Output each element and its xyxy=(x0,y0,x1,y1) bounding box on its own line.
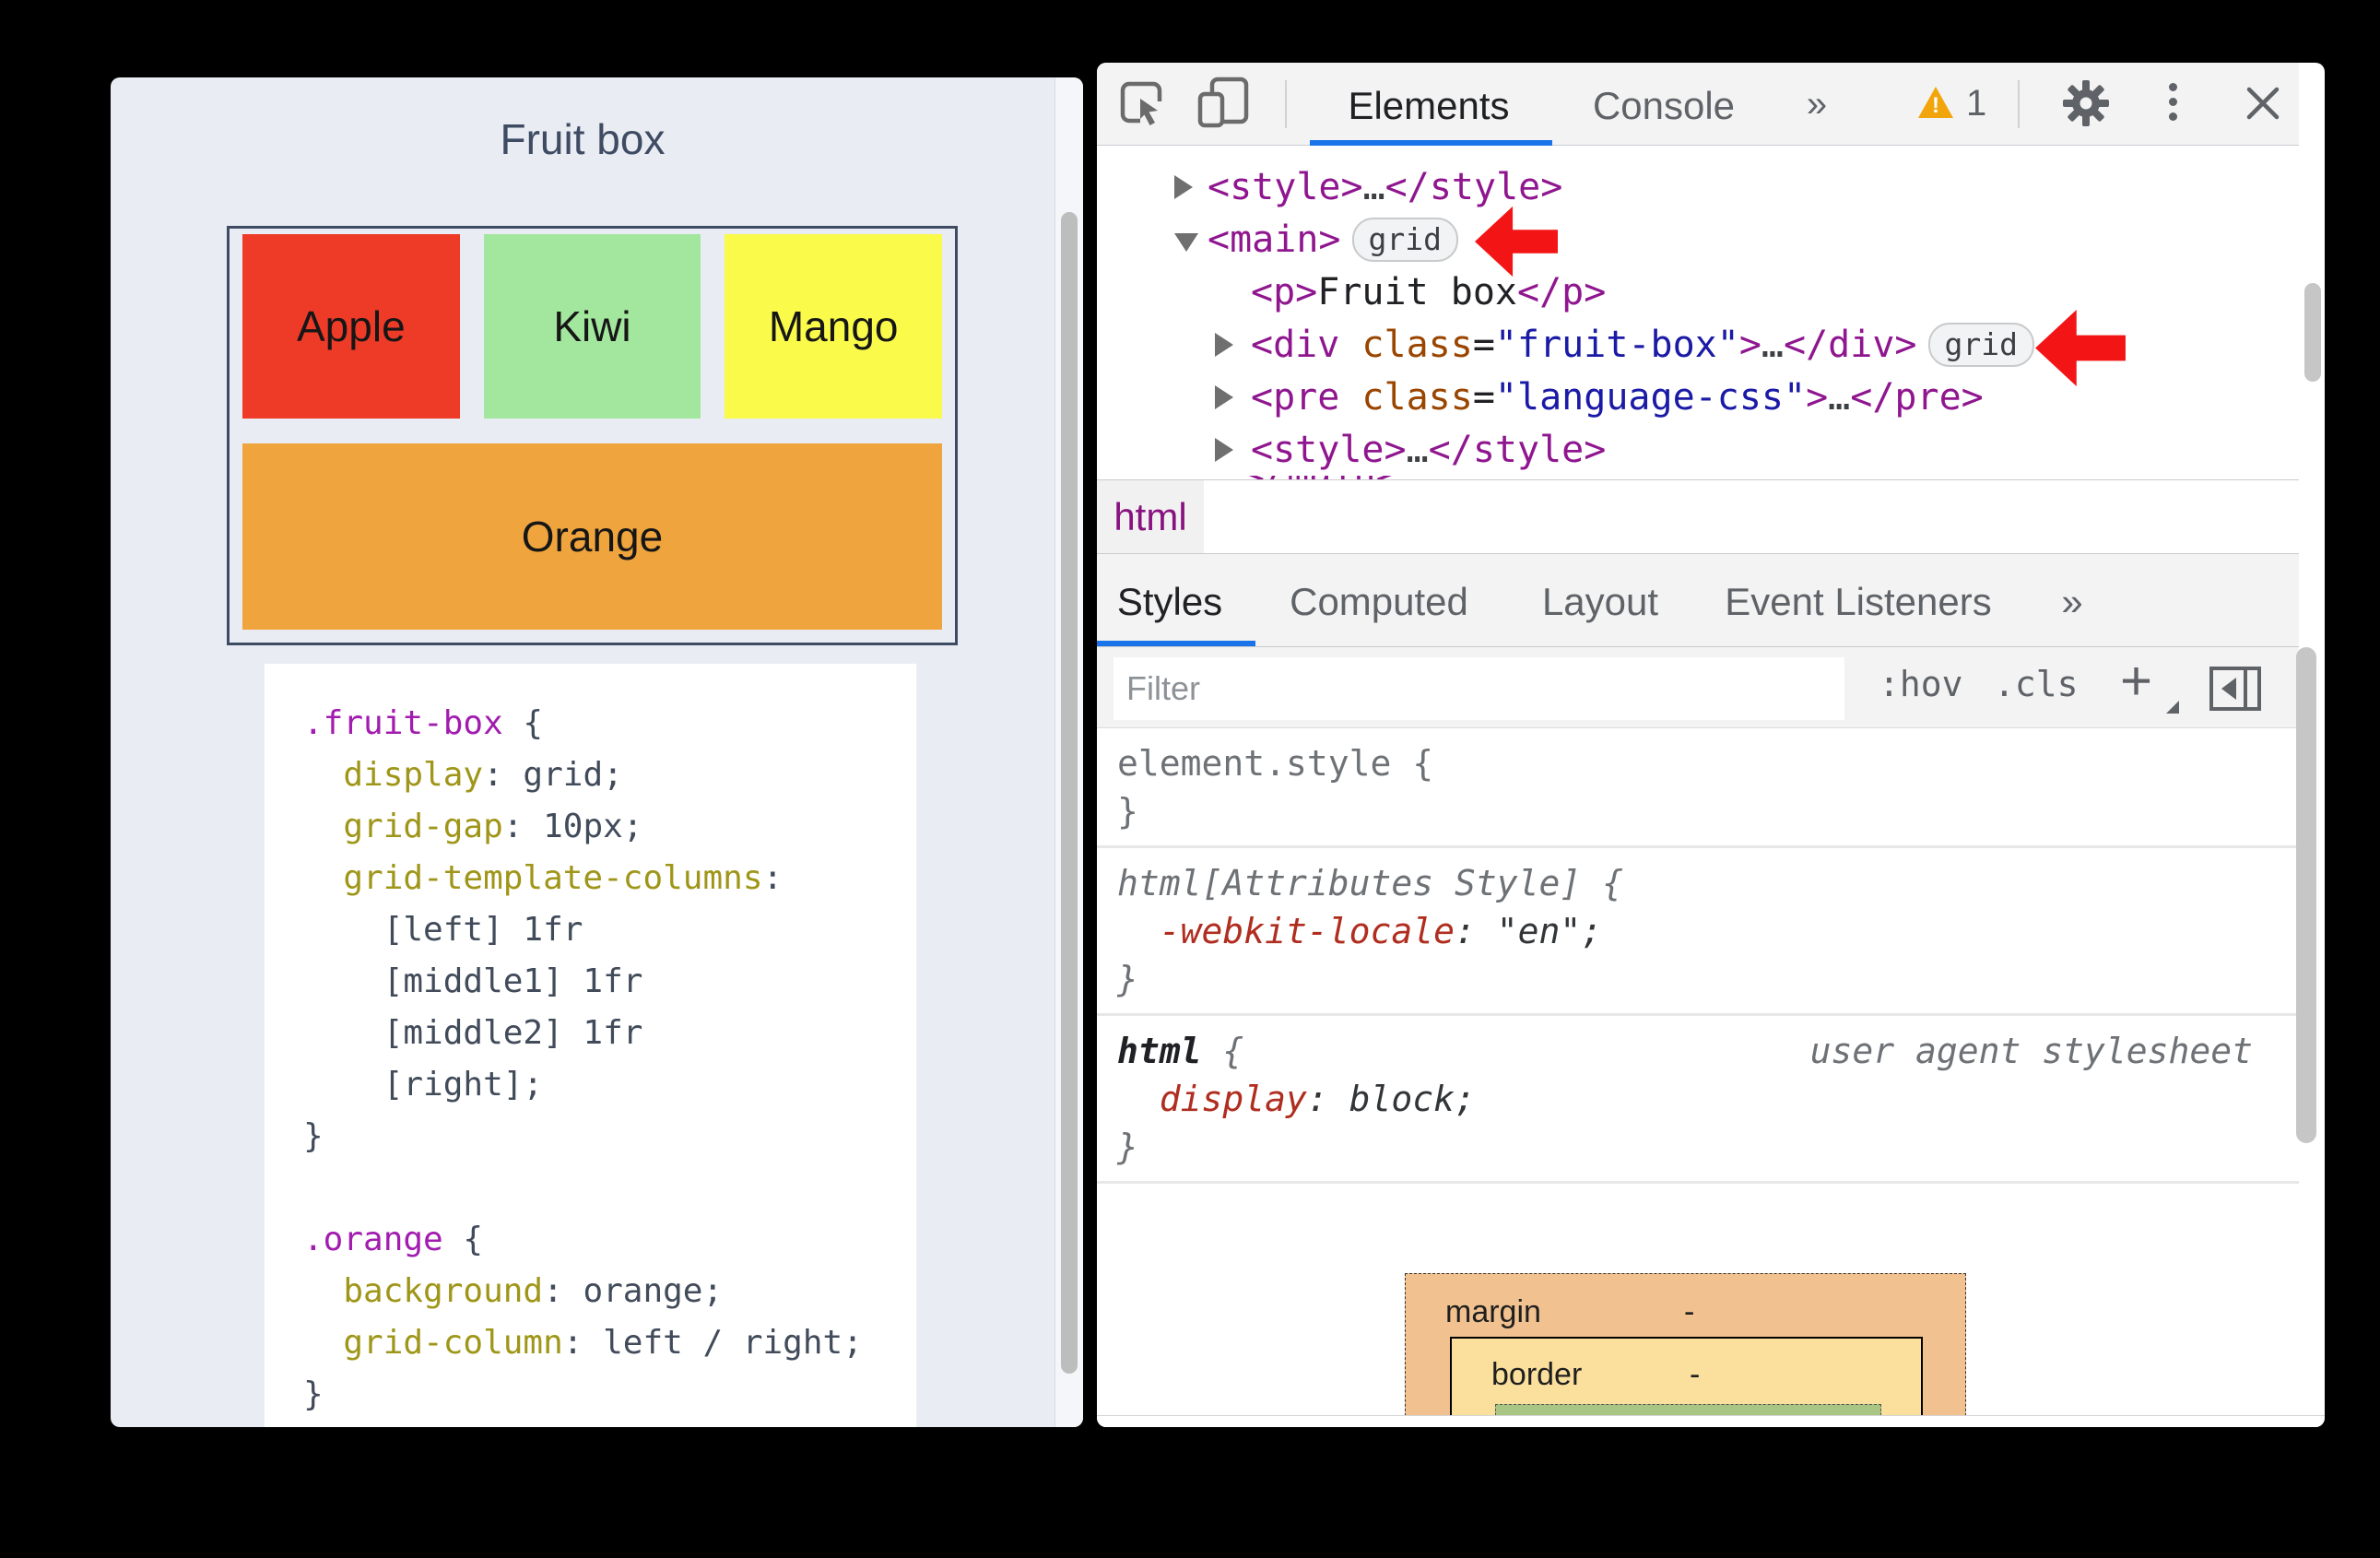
rule-user-agent[interactable]: html { user agent stylesheet display: bl… xyxy=(1097,1016,2299,1184)
tab-styles[interactable]: Styles xyxy=(1117,580,1222,624)
device-toolbar-icon[interactable] xyxy=(1196,76,1250,134)
code-property: background xyxy=(303,1272,544,1310)
code-property: grid-template-columns xyxy=(303,859,763,897)
css-value: : block; xyxy=(1306,1079,1476,1119)
inspect-element-icon[interactable] xyxy=(1118,79,1166,132)
toggle-sidebar-icon[interactable] xyxy=(2209,666,2262,716)
fruit-cell-apple: Apple xyxy=(242,234,460,419)
dom-row-style-head[interactable]: <style>… </style> xyxy=(1097,160,2299,213)
code-property: display xyxy=(303,756,484,794)
breadcrumb: html xyxy=(1097,479,2299,554)
toggle-class-button[interactable]: .cls xyxy=(1994,664,2079,704)
code-property: grid-column xyxy=(303,1324,563,1362)
devtools-window: Elements Console » ! 1 <style> … </style… xyxy=(1097,63,2325,1427)
devtools-toolbar: Elements Console » ! 1 xyxy=(1097,63,2299,146)
page-scrollbar-track[interactable] xyxy=(1055,77,1083,1427)
box-model-margin-value[interactable]: - xyxy=(1684,1294,1694,1330)
expander-closed-icon[interactable] xyxy=(1215,437,1251,462)
fruit-box-demo: Apple Kiwi Mango Orange xyxy=(227,226,958,645)
css-property: display xyxy=(1117,1079,1307,1119)
rendered-page-window: Fruit box Apple Kiwi Mango Orange .fruit… xyxy=(111,77,1083,1427)
more-tabs-icon[interactable]: » xyxy=(2061,580,2082,624)
rule-element-style[interactable]: element.style { } xyxy=(1097,728,2299,848)
toggle-pseudo-state-button[interactable]: :hov xyxy=(1879,664,1963,704)
active-tab-underline xyxy=(1097,641,1255,646)
dom-row-style-inline[interactable]: <style>… </style> xyxy=(1097,423,2299,476)
tab-computed[interactable]: Computed xyxy=(1290,580,1468,624)
close-icon[interactable] xyxy=(2243,83,2283,128)
grid-badge[interactable]: grid xyxy=(1351,217,1458,262)
styles-scrollbar-thumb[interactable] xyxy=(2296,647,2316,1143)
new-style-rule-button[interactable]: + xyxy=(2120,649,2152,713)
dom-tree: <style>… </style> <main> grid <p> Fruit bo… xyxy=(1097,146,2299,493)
dom-row-main[interactable]: <main> grid xyxy=(1097,213,2299,266)
tab-event-listeners[interactable]: Event Listeners xyxy=(1725,580,1992,624)
dom-scrollbar-thumb[interactable] xyxy=(2304,283,2321,382)
css-value: : "en"; xyxy=(1455,911,1603,951)
toolbar-separator xyxy=(2018,80,2020,128)
breadcrumb-item-html[interactable]: html xyxy=(1097,480,1204,553)
code-selector: .orange xyxy=(303,1221,443,1258)
box-model-padding[interactable] xyxy=(1495,1404,1881,1415)
expander-open-icon[interactable] xyxy=(1174,228,1208,252)
kebab-menu-icon[interactable] xyxy=(2169,77,2177,127)
rule-selector: html xyxy=(1117,1031,1223,1071)
devtools-footer xyxy=(1097,1415,2325,1427)
code-property: grid-gap xyxy=(303,808,503,845)
red-arrow-annotation xyxy=(2035,310,2126,391)
new-rule-dropdown-icon[interactable] xyxy=(2166,701,2179,714)
styles-pane: element.style { } html[Attributes Style]… xyxy=(1097,728,2299,1415)
toolbar-separator xyxy=(1285,80,1287,128)
css-code-block: .fruit-box { display: grid; grid-gap: 10… xyxy=(265,664,916,1427)
page-title: Fruit box xyxy=(500,115,666,163)
box-model-margin[interactable]: margin - border - xyxy=(1405,1273,1966,1415)
fruit-cell-mango: Mango xyxy=(725,234,942,419)
box-model-border-label: border xyxy=(1491,1357,1583,1392)
tab-console[interactable]: Console xyxy=(1593,84,1735,128)
more-tabs-icon[interactable]: » xyxy=(1807,84,1827,125)
css-property: -webkit-locale xyxy=(1117,911,1455,951)
settings-gear-icon[interactable] xyxy=(2062,79,2110,132)
code-selector: .fruit-box xyxy=(303,704,503,742)
expander-closed-icon[interactable] xyxy=(1174,174,1208,199)
rule-attributes-style[interactable]: html[Attributes Style] { -webkit-locale:… xyxy=(1097,848,2299,1016)
box-model-border[interactable]: border - xyxy=(1450,1337,1923,1415)
styles-filter-bar: :hov .cls + xyxy=(1097,647,2299,728)
expander-closed-icon[interactable] xyxy=(1215,384,1251,409)
rule-selector: html[Attributes Style] { xyxy=(1117,863,1624,903)
warning-count[interactable]: 1 xyxy=(1966,83,1986,124)
fruit-cell-kiwi: Kiwi xyxy=(483,234,701,419)
fruit-cell-orange: Orange xyxy=(242,443,942,630)
tab-layout[interactable]: Layout xyxy=(1542,580,1658,624)
page-scrollbar-thumb[interactable] xyxy=(1061,212,1078,1374)
grid-badge[interactable]: grid xyxy=(1927,322,2034,367)
expander-closed-icon[interactable] xyxy=(1215,332,1251,357)
sidebar-tab-bar: Styles Computed Layout Event Listeners » xyxy=(1097,554,2299,647)
stylesheet-origin: user agent stylesheet xyxy=(1809,1031,2253,1071)
box-model-border-value[interactable]: - xyxy=(1690,1357,1700,1393)
styles-filter-input[interactable] xyxy=(1113,657,1844,720)
box-model-margin-label: margin xyxy=(1445,1294,1541,1329)
red-arrow-annotation xyxy=(1475,206,1558,282)
tab-elements[interactable]: Elements xyxy=(1348,84,1509,128)
